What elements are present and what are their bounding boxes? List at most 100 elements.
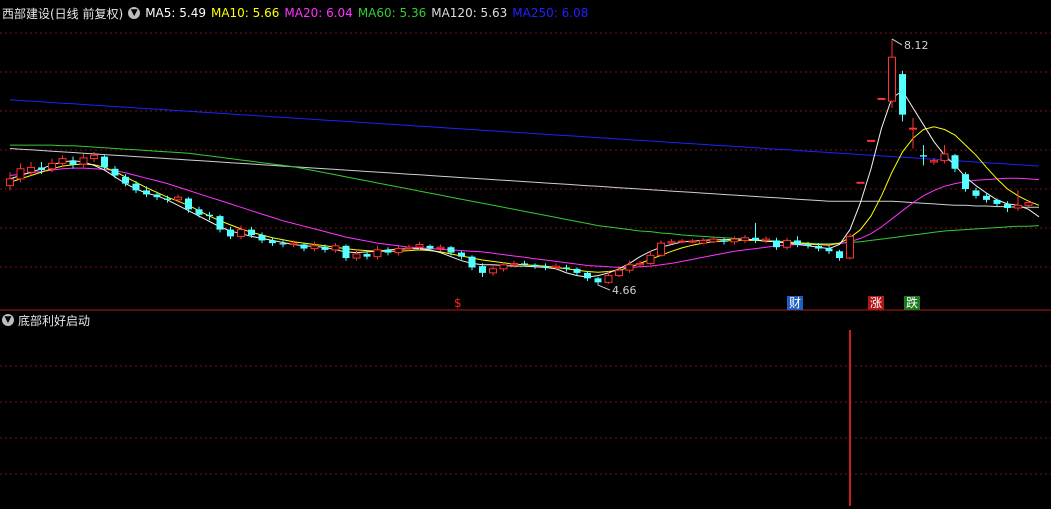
candle-body [940,153,949,162]
high-price-label: 8.12 [904,39,929,52]
chart-header: 西部建设(日线 前复权) ▼ MA5: 5.49 MA10: 5.66 MA20: … [2,4,598,22]
candle-body [69,160,77,165]
candle-body [468,256,476,268]
candle-body [101,156,108,168]
candle-body [394,248,403,254]
candle-body [930,160,938,163]
candle-body [794,240,801,245]
candle-body [321,247,329,250]
candle-body [48,162,56,170]
kline-chart[interactable]: 8.12 4.66 [0,0,1051,509]
candle-body [836,251,843,259]
candle-body [657,242,665,256]
candle-body [604,275,613,283]
ma-legend-item: MA120: 5.63 [431,6,508,20]
candle-body [90,154,98,160]
candle-body [16,168,25,180]
candle-body [815,245,822,249]
candle-body [143,190,150,195]
candle-body [27,166,35,173]
candle-body [625,264,634,271]
candle-body [531,264,539,267]
candle-body [342,245,350,259]
candle-body [783,239,791,248]
candle-body [636,262,644,266]
candle-body [122,176,129,184]
candle-body [227,229,234,237]
candle-body [804,244,812,246]
ma5-line [9,90,1040,278]
indicator-pane-header: ▼ 底部利好启动 [2,311,90,329]
candle-body [195,209,203,215]
candle-body [678,240,686,243]
collapse-icon[interactable]: ▼ [2,314,14,326]
candle-body [983,195,990,200]
ma-legend-item: MA5: 5.49 [145,6,206,20]
candle-body [279,243,287,245]
candle-body [310,245,319,250]
candle-body [667,241,676,244]
candle-body [426,245,434,249]
low-price-label: 4.66 [612,284,637,297]
candle-body [909,127,917,130]
candle-body [510,262,518,266]
candle-body [542,266,549,268]
ma-legend: MA5: 5.49 MA10: 5.66 MA20: 6.04 MA60: 5.36 M… [145,6,593,20]
candle-body [584,272,591,279]
candle-body [563,267,570,269]
candle-body [436,246,445,250]
candle-body [825,248,833,252]
candle-body [38,167,45,171]
candle-body [289,242,298,245]
candle-body [269,240,276,244]
candle-body [363,253,371,257]
candle-body [216,216,224,230]
ma-legend-item: MA60: 5.36 [357,6,427,20]
candle-body [331,245,340,251]
candle-body [458,252,465,257]
ma60-line [10,144,1040,245]
candle-body [573,268,581,273]
candle-body [521,263,528,265]
candle-body [972,190,980,196]
candle-body [174,196,182,201]
stock-title: 西部建设(日线 前复权) [2,6,124,21]
candle-body [373,249,382,258]
candle-body [79,157,88,165]
candle-body [615,269,623,277]
candle-body [447,247,455,253]
indicator-title: 底部利好启动 [18,313,91,328]
candle-body [352,253,361,259]
candle-body [699,239,707,244]
candle-body [415,243,424,248]
ma20-line [9,167,1040,268]
candle-body [132,183,140,191]
candle-body [206,214,213,217]
collapse-icon[interactable]: ▼ [128,7,141,19]
candle-body [499,264,508,270]
candle-body [773,240,780,248]
candle-body [720,240,728,242]
candle-body [153,194,161,198]
candle-body [1014,204,1022,209]
candle-body [479,266,486,273]
candle-body [1004,203,1011,208]
candle-body [951,155,959,169]
candle-body [962,174,969,190]
candle-body [741,237,749,241]
candle-body [1024,202,1033,206]
candle-body [993,199,1001,204]
candle-body [384,249,392,253]
candle-body [846,235,854,259]
candle-body [6,178,14,187]
candle-body [489,268,497,274]
signal-marker: 涨 [868,296,885,310]
ma-legend-item: MA10: 5.66 [210,6,280,20]
candle-body [248,229,255,236]
candle-body [752,237,759,241]
signal-marker: $ [454,296,462,310]
signal-marker: 跌 [904,296,921,310]
candle-body [888,56,896,102]
candle-body [258,235,266,241]
candle-body [688,240,697,243]
